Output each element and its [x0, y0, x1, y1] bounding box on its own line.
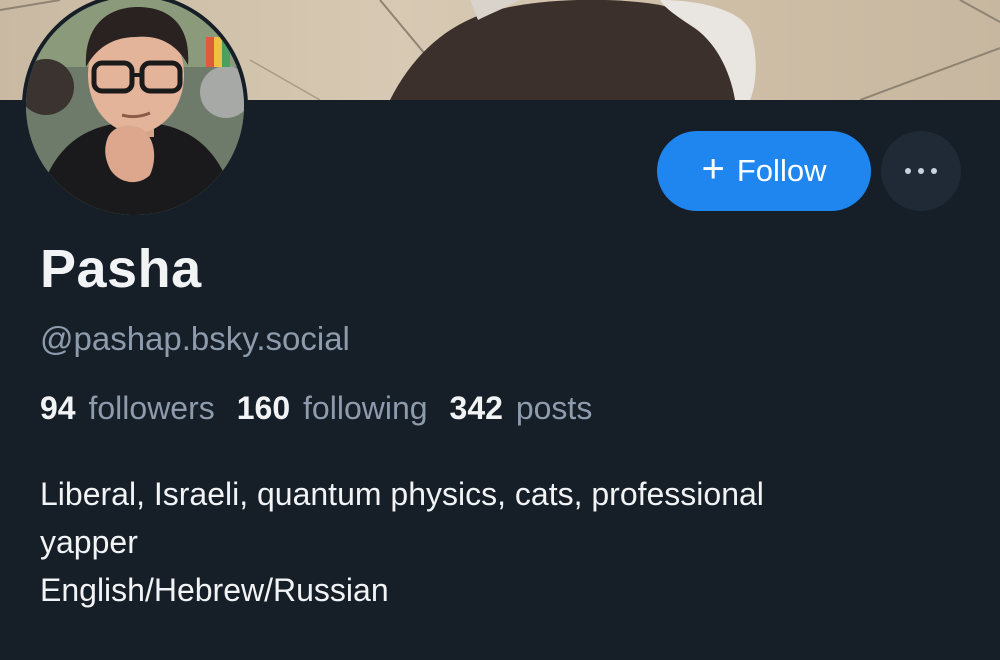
posts-stat: 342 posts	[450, 390, 593, 427]
plus-icon: +	[701, 147, 725, 191]
display-name: Pasha	[40, 239, 202, 299]
follow-button[interactable]: + Follow	[657, 131, 871, 211]
avatar[interactable]	[22, 0, 248, 219]
bio-line: Liberal, Israeli, quantum physics, cats,…	[40, 476, 764, 512]
followers-label: followers	[88, 390, 215, 426]
followers-count: 94	[40, 390, 76, 426]
posts-label: posts	[515, 390, 593, 426]
following-label: following	[303, 390, 428, 426]
bio-line: yapper	[40, 524, 138, 560]
posts-count: 342	[449, 390, 503, 426]
ellipsis-icon	[905, 168, 937, 174]
following-stat[interactable]: 160 following	[237, 390, 428, 427]
follow-button-label: Follow	[736, 153, 827, 188]
profile-bio: Liberal, Israeli, quantum physics, cats,…	[40, 470, 970, 614]
followers-stat[interactable]: 94 followers	[40, 390, 215, 427]
following-count: 160	[236, 390, 291, 426]
profile-handle: @pashap.bsky.social	[40, 320, 350, 357]
bio-line: English/Hebrew/Russian	[40, 572, 389, 608]
avatar-image	[26, 0, 244, 215]
more-options-button[interactable]	[881, 131, 961, 211]
profile-stats: 94 followers 160 following 342 posts	[40, 390, 592, 427]
